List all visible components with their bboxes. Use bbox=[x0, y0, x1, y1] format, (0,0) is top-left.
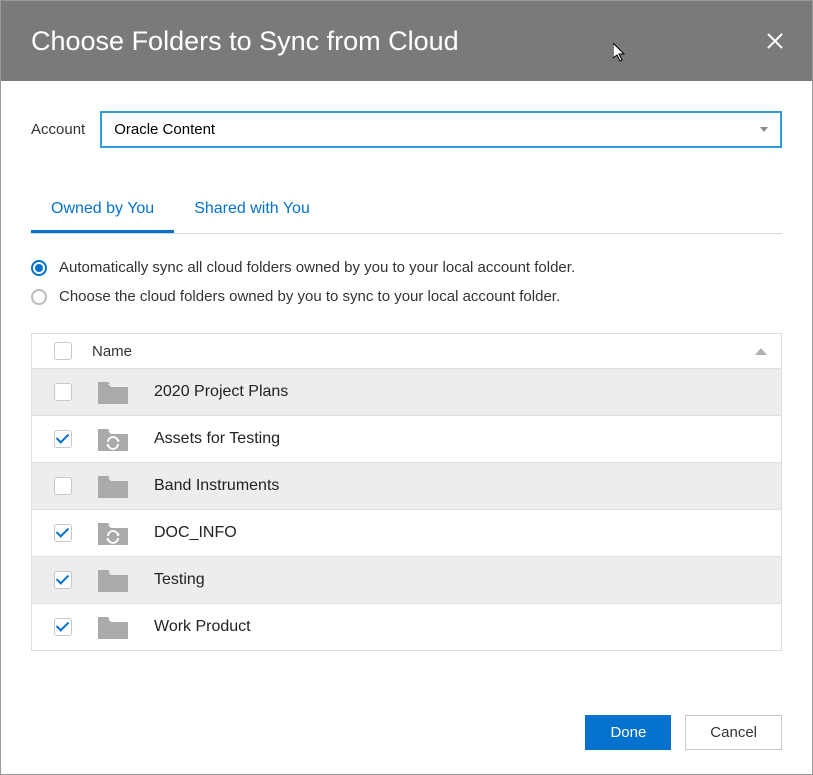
folder-icon-wrap bbox=[96, 519, 130, 547]
row-checkbox[interactable] bbox=[54, 430, 72, 448]
folder-name: Assets for Testing bbox=[154, 430, 280, 448]
table-row[interactable]: Band Instruments bbox=[32, 463, 781, 510]
table-header: Name bbox=[32, 334, 781, 369]
select-all-checkbox[interactable] bbox=[54, 342, 72, 360]
account-selected-value: Oracle Content bbox=[114, 121, 215, 138]
folder-icon bbox=[96, 378, 130, 406]
sort-asc-icon[interactable] bbox=[755, 348, 767, 355]
account-label: Account bbox=[31, 121, 85, 138]
radio-icon bbox=[31, 260, 47, 276]
folder-icon-wrap bbox=[96, 613, 130, 641]
close-icon[interactable] bbox=[763, 29, 787, 53]
radio-label: Automatically sync all cloud folders own… bbox=[59, 259, 575, 276]
table-row[interactable]: Testing bbox=[32, 557, 781, 604]
account-select[interactable]: Oracle Content bbox=[100, 111, 782, 148]
dialog-footer: Done Cancel bbox=[585, 715, 782, 750]
folder-name: 2020 Project Plans bbox=[154, 383, 288, 401]
table-row[interactable]: 2020 Project Plans bbox=[32, 369, 781, 416]
cancel-button[interactable]: Cancel bbox=[685, 715, 782, 750]
folder-table: Name 2020 Project Plans Assets for Testin… bbox=[31, 333, 782, 651]
column-header-name[interactable]: Name bbox=[92, 343, 755, 360]
folder-name: Work Product bbox=[154, 618, 251, 636]
dialog-title: Choose Folders to Sync from Cloud bbox=[31, 26, 459, 57]
table-row[interactable]: DOC_INFO bbox=[32, 510, 781, 557]
folder-icon bbox=[96, 472, 130, 500]
sync-mode-radio-group: Automatically sync all cloud folders own… bbox=[31, 259, 782, 305]
folder-icon-wrap bbox=[96, 425, 130, 453]
folder-icon bbox=[96, 566, 130, 594]
row-checkbox[interactable] bbox=[54, 571, 72, 589]
folder-name: Testing bbox=[154, 571, 205, 589]
folder-sync-icon bbox=[96, 425, 130, 453]
titlebar: Choose Folders to Sync from Cloud bbox=[1, 1, 812, 81]
chevron-down-icon bbox=[760, 127, 768, 132]
done-button[interactable]: Done bbox=[585, 715, 671, 750]
folder-icon-wrap bbox=[96, 472, 130, 500]
folder-name: DOC_INFO bbox=[154, 524, 237, 542]
table-row[interactable]: Work Product bbox=[32, 604, 781, 650]
dialog-content: Account Oracle Content Owned by You Shar… bbox=[1, 81, 812, 651]
tab-shared-with-you[interactable]: Shared with You bbox=[174, 188, 330, 233]
row-checkbox[interactable] bbox=[54, 524, 72, 542]
account-row: Account Oracle Content bbox=[31, 111, 782, 148]
table-body: 2020 Project Plans Assets for Testing Band… bbox=[32, 369, 781, 650]
radio-icon bbox=[31, 289, 47, 305]
folder-name: Band Instruments bbox=[154, 477, 279, 495]
radio-choose-folders[interactable]: Choose the cloud folders owned by you to… bbox=[31, 288, 782, 305]
folder-icon-wrap bbox=[96, 566, 130, 594]
folder-icon-wrap bbox=[96, 378, 130, 406]
tabs: Owned by You Shared with You bbox=[31, 188, 782, 234]
radio-label: Choose the cloud folders owned by you to… bbox=[59, 288, 560, 305]
row-checkbox[interactable] bbox=[54, 477, 72, 495]
radio-auto-sync[interactable]: Automatically sync all cloud folders own… bbox=[31, 259, 782, 276]
row-checkbox[interactable] bbox=[54, 618, 72, 636]
row-checkbox[interactable] bbox=[54, 383, 72, 401]
tab-owned-by-you[interactable]: Owned by You bbox=[31, 188, 174, 233]
folder-icon bbox=[96, 613, 130, 641]
table-row[interactable]: Assets for Testing bbox=[32, 416, 781, 463]
folder-sync-icon bbox=[96, 519, 130, 547]
